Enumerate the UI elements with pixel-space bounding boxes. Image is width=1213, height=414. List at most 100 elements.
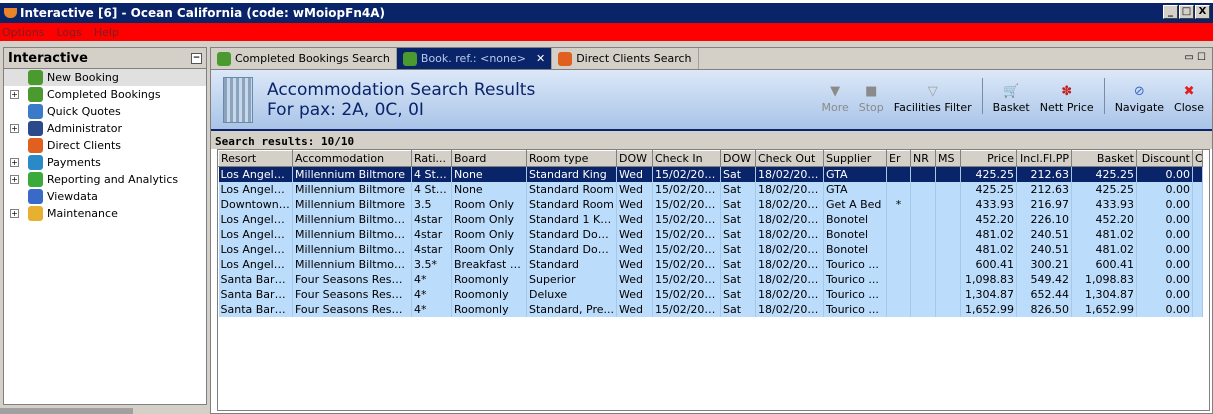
table-cell (910, 286, 936, 302)
menu-logs[interactable]: Logs (56, 26, 81, 39)
table-row[interactable]: Los Angeles...Millennium Biltmore H...4s… (218, 241, 1203, 257)
column-header-incl-fl-pp[interactable]: Incl.Fl.PP (1016, 150, 1072, 167)
collapse-panel-button[interactable]: − (191, 52, 202, 64)
column-header-check-out[interactable]: Check Out (755, 150, 824, 167)
close-button[interactable]: ✖ Close (1174, 83, 1204, 114)
table-cell: Get A Bed (823, 196, 887, 212)
close-tab-icon[interactable]: ✕ (536, 52, 545, 65)
table-cell: 481.02 (1071, 226, 1137, 242)
table-cell: Standard (526, 256, 617, 272)
table-cell: Sat (720, 181, 756, 197)
table-cell: 3.5* (411, 256, 452, 272)
sidebar-item-reporting-and-analytics[interactable]: + Reporting and Analytics (4, 171, 206, 188)
column-header-er[interactable]: Er (886, 150, 911, 167)
table-cell: Sat (720, 271, 756, 287)
sidebar-item-maintenance[interactable]: + Maintenance (4, 205, 206, 222)
sidebar-item-new-booking[interactable]: New Booking (4, 69, 206, 86)
sidebar-item-quick-quotes[interactable]: Quick Quotes (4, 103, 206, 120)
menu-options[interactable]: Options (2, 26, 44, 39)
table-cell (1192, 256, 1203, 272)
table-cell (1192, 196, 1203, 212)
column-header-board[interactable]: Board (451, 150, 527, 167)
column-header-discount[interactable]: Discount (1136, 150, 1193, 167)
table-row[interactable]: Santa Barb... Four Seasons Resort... 4* Roo… (218, 301, 1203, 317)
panel-scrollbar[interactable] (0, 408, 133, 414)
table-cell: Tourico ... (823, 256, 887, 272)
table-row[interactable]: Los Angeles... Millennium Biltmore 4 Stars… (218, 181, 1203, 197)
results-header: Accommodation Search Results For pax: 2A… (211, 70, 1212, 131)
expand-icon[interactable]: + (10, 175, 19, 184)
sidebar-item-label: Direct Clients (47, 139, 122, 152)
basket-button[interactable]: 🛒 Basket (993, 83, 1030, 114)
table-cell: Sat (720, 196, 756, 212)
more-button[interactable]: ▼ More (821, 83, 848, 114)
sidebar-item-payments[interactable]: + Payments (4, 154, 206, 171)
table-cell (886, 181, 911, 197)
column-header-accommodation[interactable]: Accommodation (292, 150, 412, 167)
table-row[interactable]: Santa Barb... Four Seasons Resort... 4* Roo… (218, 286, 1203, 302)
tab-2[interactable]: Direct Clients Search (552, 48, 699, 69)
column-header-room-type[interactable]: Room type (526, 150, 617, 167)
table-row[interactable]: Los Angeles...Millennium Biltmore H...4s… (218, 211, 1203, 227)
table-row[interactable]: Los Angeles... Millennium Biltmore 4 Stars… (218, 166, 1203, 182)
table-row[interactable]: Los Angeles...Millennium Biltmore H...4s… (218, 226, 1203, 242)
column-header-ms[interactable]: MS (935, 150, 961, 167)
tab-0[interactable]: Completed Bookings Search (211, 48, 397, 69)
table-cell: Bonotel (823, 211, 887, 227)
expand-icon[interactable]: + (10, 209, 19, 218)
table-cell: 300.21 (1016, 256, 1072, 272)
stop-icon: ■ (865, 84, 878, 99)
table-cell: 18/02/2017 (755, 196, 824, 212)
table-cell: Sat (720, 286, 756, 302)
toolbar-label: Close (1174, 101, 1204, 114)
table-cell: 15/02/2017 (652, 211, 721, 227)
sidebar-item-label: Reporting and Analytics (47, 173, 179, 186)
column-header-nr[interactable]: NR (910, 150, 936, 167)
table-cell: Los Angeles... (218, 166, 293, 182)
sidebar-item-completed-bookings[interactable]: + Completed Bookings (4, 86, 206, 103)
column-header-resort[interactable]: Resort (218, 150, 293, 167)
menu-help[interactable]: Help (94, 26, 119, 39)
maximize-button[interactable]: □ (1179, 5, 1194, 19)
nett-price-button[interactable]: ✽ Nett Price (1040, 83, 1094, 114)
table-row[interactable]: Downtown ... Millennium Biltmore 3.5 Room O… (218, 196, 1203, 212)
sidebar-item-direct-clients[interactable]: Direct Clients (4, 137, 206, 154)
expand-icon[interactable]: + (10, 124, 19, 133)
expand-icon[interactable]: + (10, 158, 19, 167)
column-header-dow[interactable]: DOW (720, 150, 756, 167)
sidebar-item-administrator[interactable]: + Administrator (4, 120, 206, 137)
expand-icon[interactable]: + (10, 90, 19, 99)
column-header-c[interactable]: C (1192, 150, 1203, 167)
sidebar-item-viewdata[interactable]: Viewdata (4, 188, 206, 205)
results-count: Search results: 10/10 (211, 131, 1212, 149)
navigate-button[interactable]: ⊘ Navigate (1115, 83, 1164, 114)
column-header-check-in[interactable]: Check In (652, 150, 721, 167)
tab-1[interactable]: Book. ref.: <none> ✕ (396, 48, 553, 69)
table-cell: * (886, 196, 911, 212)
column-header-dow[interactable]: DOW (616, 150, 653, 167)
hotel-building-icon (223, 76, 253, 123)
runner-icon (28, 121, 43, 136)
table-row[interactable]: Santa Barb... Four Seasons Resort... 4* Roo… (218, 271, 1203, 287)
column-header-rati-[interactable]: Rati... (411, 150, 452, 167)
table-cell: Los Angeles... (218, 211, 293, 227)
column-header-supplier[interactable]: Supplier (823, 150, 887, 167)
table-cell: Standard Room (526, 181, 617, 197)
facilities-filter-button[interactable]: ▽ Facilities Filter (894, 83, 972, 114)
table-cell: 0.00 (1136, 241, 1193, 257)
column-header-basket[interactable]: Basket (1071, 150, 1137, 167)
table-cell: Millennium Biltmore H... (292, 241, 412, 257)
table-cell: Tourico ... (823, 271, 887, 287)
table-cell (1192, 181, 1203, 197)
table-row[interactable]: Los Angeles...Millennium Biltmore H...3.… (218, 256, 1203, 272)
minimize-button[interactable]: _ (1163, 5, 1178, 19)
table-cell (886, 271, 911, 287)
column-header-price[interactable]: Price (960, 150, 1017, 167)
stop-button[interactable]: ■ Stop (859, 83, 884, 114)
sidebar-item-label: Quick Quotes (47, 105, 121, 118)
panel-window-controls[interactable]: ▭ ☐ (1184, 52, 1206, 63)
table-cell: 18/02/2017 (755, 181, 824, 197)
menu-bar: Options Logs Help (0, 23, 1213, 41)
navigation-title: Interactive (8, 50, 88, 66)
close-window-button[interactable]: X (1195, 5, 1210, 19)
